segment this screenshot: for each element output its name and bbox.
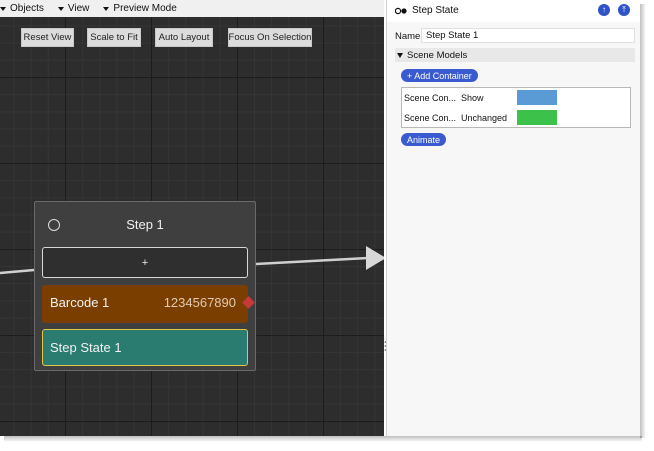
name-input[interactable]: Step State 1 (421, 28, 635, 43)
model-state[interactable]: Unchanged (461, 113, 507, 123)
list-item[interactable]: Scene Con... Show (402, 88, 630, 108)
color-swatch[interactable] (517, 90, 557, 105)
menu-view[interactable]: View (57, 3, 90, 14)
output-port-icon[interactable] (242, 296, 255, 309)
panel-header: Step State ↑ ⤒ (387, 0, 640, 22)
step-state-item[interactable]: Step State 1 (42, 329, 248, 366)
add-container-button[interactable]: + Add Container (401, 69, 478, 82)
menu-preview-label: Preview Mode (113, 3, 177, 14)
menu-view-label: View (67, 3, 90, 14)
menu-objects-label: Objects (10, 3, 44, 14)
barcode-item[interactable]: Barcode 1 1234567890 (42, 285, 255, 323)
model-name: Scene Con... (404, 93, 457, 103)
outgoing-wire (255, 256, 369, 266)
color-swatch[interactable] (517, 110, 557, 125)
model-state[interactable]: Show (461, 93, 484, 103)
arrow-head-icon (366, 246, 384, 270)
step-state-icon (395, 7, 407, 15)
barcode-label: Barcode 1 (50, 295, 110, 310)
menu-preview-mode[interactable]: Preview Mode (103, 3, 177, 14)
animate-button[interactable]: Animate (401, 133, 447, 146)
arrow-top-icon[interactable]: ⤒ (618, 4, 630, 16)
name-label: Name (395, 31, 421, 42)
window-shadow-bottom (4, 436, 642, 442)
node-title: Step 1 (126, 217, 164, 232)
barcode-value: 1234567890 (163, 295, 236, 310)
menu-objects[interactable]: Objects (0, 3, 44, 14)
panel-title: Step State (412, 5, 459, 16)
caret-down-icon (103, 6, 110, 11)
graph-canvas[interactable]: Reset View Scale to Fit Auto Layout Focu… (0, 17, 384, 436)
caret-down-icon (0, 6, 6, 11)
incoming-wire (0, 268, 35, 275)
list-item[interactable]: Scene Con... Unchanged (402, 108, 630, 128)
step-state-label: Step State 1 (50, 340, 122, 355)
properties-panel: Step State ↑ ⤒ Name Step State 1 Scene M… (386, 0, 640, 436)
arrow-up-icon[interactable]: ↑ (598, 4, 610, 16)
window-shadow-right (640, 4, 646, 438)
add-item-button[interactable]: + (42, 247, 248, 278)
step-node[interactable]: Step 1 + Barcode 1 1234567890 Step State… (34, 201, 256, 371)
section-title: Scene Models (407, 49, 468, 61)
menu-bar: Objects View Preview Mode (0, 0, 384, 17)
caret-down-icon (57, 6, 64, 11)
collapse-triangle-icon (397, 52, 403, 58)
model-name: Scene Con... (404, 113, 457, 123)
scene-models-list: Scene Con... Show Scene Con... Unchanged (401, 87, 631, 128)
scene-models-section[interactable]: Scene Models (395, 48, 635, 62)
